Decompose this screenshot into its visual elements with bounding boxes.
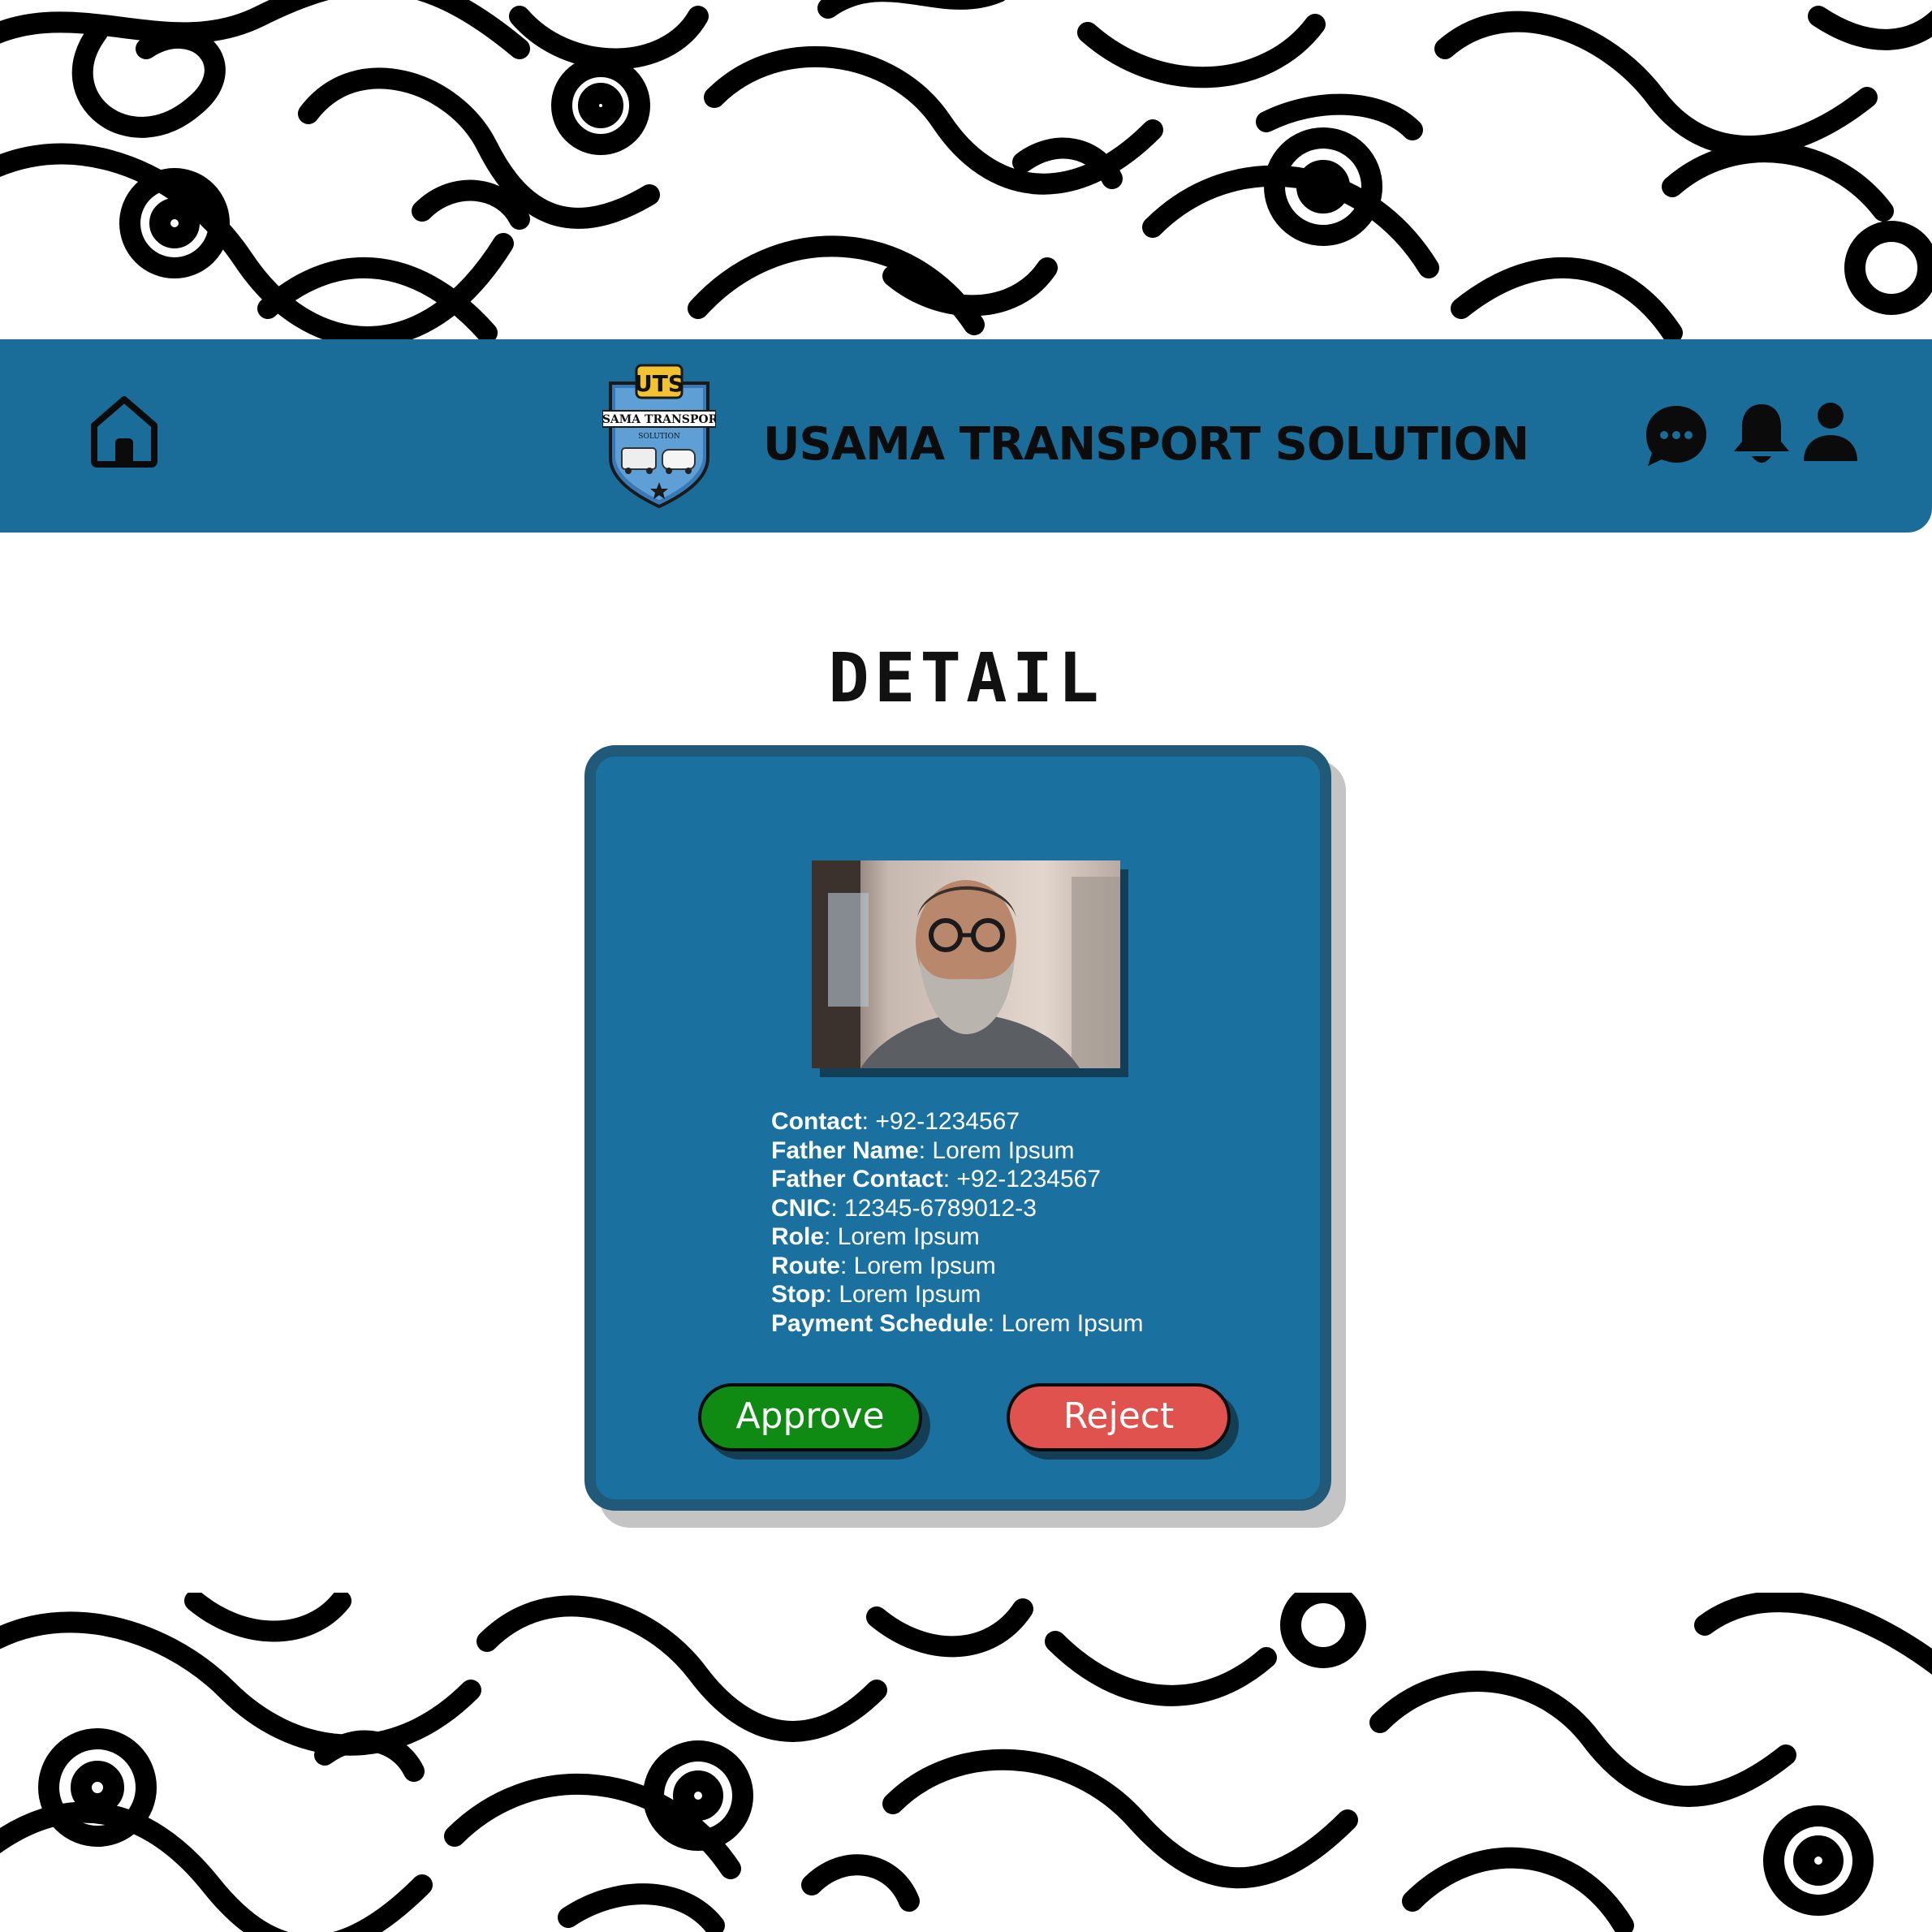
field-value: Lorem Ipsum (839, 1281, 981, 1308)
bell-icon[interactable] (1732, 401, 1791, 468)
field-label: Father Name (771, 1136, 919, 1164)
decorative-pattern-bottom (0, 1593, 1932, 1932)
field-label: Stop (771, 1281, 826, 1308)
approve-button[interactable]: Approve (698, 1383, 922, 1451)
home-icon[interactable] (88, 393, 161, 469)
field-value: Lorem Ipsum (853, 1252, 996, 1279)
field-value: +92-1234567 (875, 1108, 1020, 1135)
field-label: Contact (771, 1108, 862, 1135)
field-value: 12345-6789012-3 (844, 1194, 1037, 1222)
field-label: CNIC (771, 1194, 831, 1222)
app-title: USAMA TRANSPORT SOLUTION (763, 418, 1529, 471)
profile-info: Contact: +92-1234567 Father Name: Lorem … (771, 1107, 1226, 1338)
page-title: DETAIL (828, 638, 1104, 718)
logo-monogram: UTS (634, 370, 684, 397)
field-cnic: CNIC: 12345-6789012-3 (771, 1194, 1037, 1222)
chat-icon[interactable] (1643, 403, 1710, 469)
field-payment-schedule: Payment Schedule: Lorem Ipsum (771, 1309, 1144, 1337)
field-label: Role (771, 1223, 825, 1250)
field-value: +92-1234567 (956, 1166, 1102, 1192)
user-icon[interactable] (1802, 401, 1859, 463)
field-route: Route: Lorem Ipsum (771, 1252, 996, 1279)
field-label: Father Contact (771, 1166, 943, 1192)
profile-photo (812, 860, 1120, 1068)
field-label: Payment Schedule (771, 1309, 988, 1337)
brand-logo: UTS USAMA TRANSPORT SOLUTION (602, 364, 716, 509)
field-father-name: Father Name: Lorem Ipsum (771, 1136, 1075, 1164)
field-stop: Stop: Lorem Ipsum (771, 1281, 981, 1308)
field-contact: Contact: +92-1234567 (771, 1108, 1020, 1135)
decorative-pattern-top (0, 0, 1932, 339)
field-value: Lorem Ipsum (1001, 1309, 1144, 1337)
reject-button[interactable]: Reject (1007, 1383, 1231, 1451)
field-value: Lorem Ipsum (837, 1223, 980, 1250)
field-label: Route (771, 1252, 840, 1279)
field-father-contact: Father Contact: +92-1234567 (771, 1166, 1102, 1192)
logo-subtitle: SOLUTION (638, 433, 680, 441)
logo-banner: USAMA TRANSPORT (602, 413, 716, 426)
field-role: Role: Lorem Ipsum (771, 1223, 980, 1250)
field-value: Lorem Ipsum (932, 1136, 1075, 1164)
